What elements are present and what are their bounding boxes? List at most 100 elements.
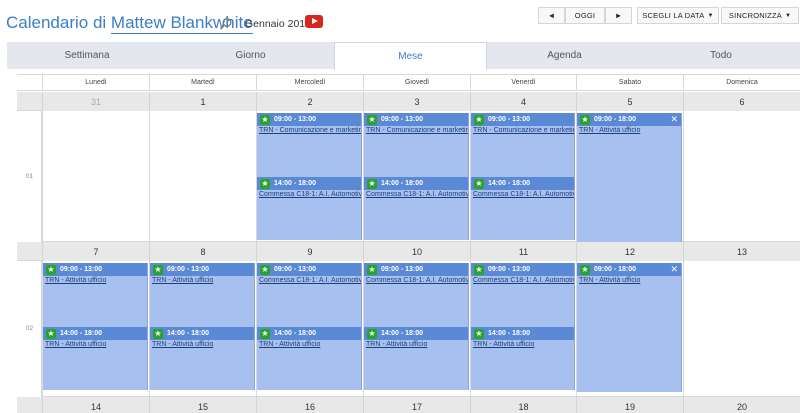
day-number[interactable]: 31 [42,92,149,111]
event-time: 14:00 - 18:00 [60,330,103,337]
calendar-event[interactable]: ★ 14:00 - 18:00 Commessa C18-1: A.I. Autom… [257,177,362,240]
event-title-link[interactable]: TRN - Attività ufficio [45,277,106,284]
calendar-event[interactable]: ★ 09:00 - 18:00 ✕ TRN - Attività ufficio [577,113,682,242]
day-number[interactable]: 4 [470,92,576,111]
tab-todo[interactable]: Todo [642,42,800,69]
day-cell[interactable] [683,261,800,397]
calendar-event[interactable]: ★ 14:00 - 18:00 Commessa C18-1: A.I. Autom… [364,177,469,240]
event-header: ★ 09:00 - 13:00 [257,263,361,276]
event-title-link[interactable]: TRN - Attività ufficio [259,341,320,348]
tab-agenda[interactable]: Agenda [487,42,642,69]
day-number[interactable]: 2 [256,92,363,111]
event-title-link[interactable]: TRN - Attività ufficio [45,341,106,348]
event-title-link[interactable]: TRN - Comunicazione e marketing [473,127,574,134]
event-title-link[interactable]: TRN - Attività ufficio [579,277,640,284]
day-number[interactable]: 12 [576,242,683,261]
calendar-event[interactable]: ★ 09:00 - 18:00 ✕ TRN - Attività ufficio [577,263,682,392]
next-button[interactable]: ► [605,7,632,24]
day-number[interactable]: 6 [683,92,800,111]
event-title-link[interactable]: TRN - Attività ufficio [366,341,427,348]
calendar-event[interactable]: ★ 09:00 - 13:00 Commessa C18-1: A.I. Autom… [364,263,469,327]
calendar-event[interactable]: ★ 09:00 - 13:00 Commessa C18-1: A.I. Autom… [257,263,362,327]
day-number[interactable]: 1 [149,92,256,111]
title-prefix: Calendario di [6,13,107,32]
day-number[interactable]: 20 [683,397,800,413]
day-number[interactable]: 13 [683,242,800,261]
calendar-event[interactable]: ★ 09:00 - 13:00 TRN - Attività ufficio [150,263,255,327]
search-icon[interactable] [219,17,233,31]
day-number[interactable]: 7 [42,242,149,261]
week-gutter-header [17,75,42,91]
tab-settimana[interactable]: Settimana [7,42,167,69]
view-tabs: Settimana Giorno Mese Agenda Todo [7,42,800,70]
sync-label: SINCRONIZZA [728,11,782,20]
week-number: 02 [25,325,34,332]
calendar-event[interactable]: ★ 09:00 - 13:00 TRN - Comunicazione e mark… [471,113,575,177]
day-number[interactable]: 16 [256,397,363,413]
day-number[interactable]: 19 [576,397,683,413]
day-number[interactable]: 17 [363,397,470,413]
event-time: 09:00 - 18:00 [594,116,637,123]
month-grid: Lunedì Martedì Mercoledì Giovedì Venerdì Saba… [17,74,800,413]
tab-mese[interactable]: Mese [334,42,487,70]
event-header: ★ 14:00 - 18:00 [43,327,147,340]
event-title-link[interactable]: TRN - Attività ufficio [152,341,213,348]
youtube-icon[interactable] [305,15,323,28]
event-title-link[interactable]: Commessa C18-1: A.I. Automotive [366,191,468,198]
calendar-event[interactable]: ★ 14:00 - 18:00 Commessa C18-1: A.I. Autom… [471,177,575,240]
day-number[interactable]: 15 [149,397,256,413]
star-icon: ★ [153,264,163,275]
day-number[interactable]: 18 [470,397,576,413]
event-header: ★ 14:00 - 18:00 [150,327,254,340]
event-title-link[interactable]: TRN - Comunicazione e marketing [366,127,468,134]
event-title-link[interactable]: Commessa C18-1: A.I. Automotive [259,277,361,284]
calendar-event[interactable]: ★ 14:00 - 18:00 TRN - Attività ufficio [150,327,255,390]
day-cell[interactable] [42,111,149,242]
day-number[interactable]: 10 [363,242,470,261]
day-number[interactable]: 3 [363,92,470,111]
day-number[interactable]: 5 [576,92,683,111]
week-gutter-datebar [17,92,42,111]
weekday-header: Domenica [683,75,800,91]
event-header: ★ 09:00 - 13:00 [364,263,468,276]
event-title-link[interactable]: TRN - Comunicazione e marketing [259,127,361,134]
event-title-link[interactable]: TRN - Attività ufficio [152,277,213,284]
calendar-event[interactable]: ★ 14:00 - 18:00 TRN - Attività ufficio [471,327,575,390]
event-title-link[interactable]: Commessa C18-1: A.I. Automotive [473,191,574,198]
today-button[interactable]: OGGI [565,7,605,24]
day-number[interactable]: 14 [42,397,149,413]
calendar-event[interactable]: ★ 09:00 - 13:00 Commessa C18-1: A.I. Autom… [471,263,575,327]
calendar-event[interactable]: ★ 09:00 - 13:00 TRN - Attività ufficio [43,263,148,327]
prev-button[interactable]: ◄ [538,7,565,24]
star-icon: ★ [474,114,484,125]
calendar-event[interactable]: ★ 14:00 - 18:00 TRN - Attività ufficio [364,327,469,390]
event-title-link[interactable]: Commessa C18-1: A.I. Automotive [366,277,468,284]
day-cell[interactable] [149,111,256,242]
tools-icon[interactable]: ✕ [670,114,678,125]
sync-button[interactable]: SINCRONIZZA ▼ [721,7,799,24]
event-title-link[interactable]: Commessa C18-1: A.I. Automotive [473,277,574,284]
star-icon: ★ [260,114,270,125]
event-time: 14:00 - 18:00 [167,330,210,337]
event-title-link[interactable]: TRN - Attività ufficio [579,127,640,134]
calendar-event[interactable]: ★ 14:00 - 18:00 TRN - Attività ufficio [43,327,148,390]
tab-giorno[interactable]: Giorno [167,42,334,69]
calendar-event[interactable]: ★ 14:00 - 18:00 TRN - Attività ufficio [257,327,362,390]
current-month-label: Gennaio 2019 [245,18,311,30]
event-header: ★ 09:00 - 13:00 [257,113,361,126]
day-number[interactable]: 8 [149,242,256,261]
tools-icon[interactable]: ✕ [670,264,678,275]
day-number[interactable]: 9 [256,242,363,261]
calendar-event[interactable]: ★ 09:00 - 13:00 TRN - Comunicazione e mark… [257,113,362,177]
pick-date-button[interactable]: SCEGLI LA DATA ▼ [637,7,719,24]
event-header: ★ 09:00 - 13:00 [150,263,254,276]
day-cell[interactable] [683,111,800,242]
event-time: 14:00 - 18:00 [381,180,424,187]
event-time: 09:00 - 13:00 [167,266,210,273]
calendar-event[interactable]: ★ 09:00 - 13:00 TRN - Comunicazione e mark… [364,113,469,177]
event-title-link[interactable]: Commessa C18-1: A.I. Automotive [259,191,361,198]
event-time: 09:00 - 13:00 [381,266,424,273]
day-number[interactable]: 11 [470,242,576,261]
event-header: ★ 09:00 - 13:00 [43,263,147,276]
event-title-link[interactable]: TRN - Attività ufficio [473,341,534,348]
